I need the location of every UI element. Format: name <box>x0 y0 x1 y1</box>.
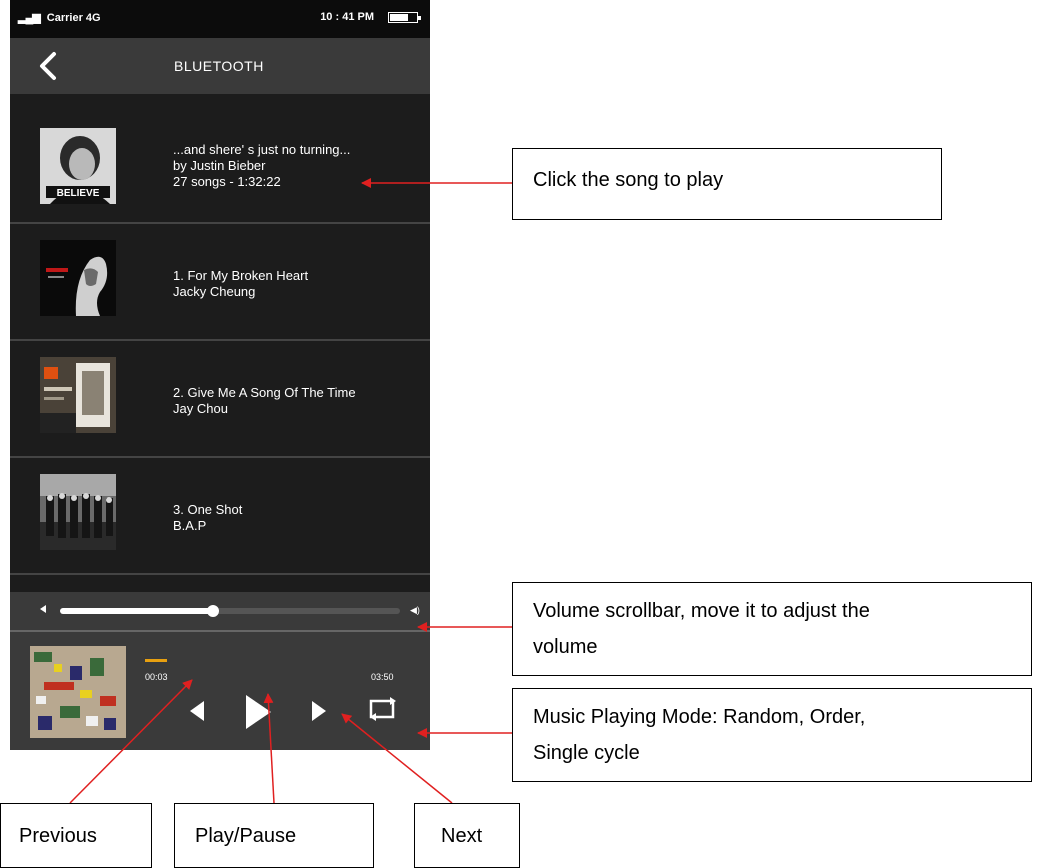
callout-song-text: Click the song to play <box>533 169 724 191</box>
callout-play-pause: Play/Pause <box>174 803 374 868</box>
callout-mode-line2: Single cycle <box>533 742 640 764</box>
arrow-next <box>341 713 453 804</box>
callout-volume-line2: volume <box>533 636 598 658</box>
arrow-play <box>263 693 275 804</box>
callout-play-pause-text: Play/Pause <box>195 825 297 847</box>
callout-volume: Volume scrollbar, move it to adjust the … <box>512 582 1032 676</box>
callout-next: Next <box>414 803 520 868</box>
callout-song: Click the song to play <box>512 148 942 220</box>
arrow-previous <box>69 679 193 804</box>
callout-mode-line1: Music Playing Mode: Random, Order, <box>533 706 866 728</box>
callout-previous-text: Previous <box>19 825 97 847</box>
callout-volume-line1: Volume scrollbar, move it to adjust the <box>533 600 870 622</box>
callout-next-text: Next <box>441 825 483 847</box>
callout-previous: Previous <box>0 803 152 868</box>
callout-mode: Music Playing Mode: Random, Order, Singl… <box>512 688 1032 782</box>
